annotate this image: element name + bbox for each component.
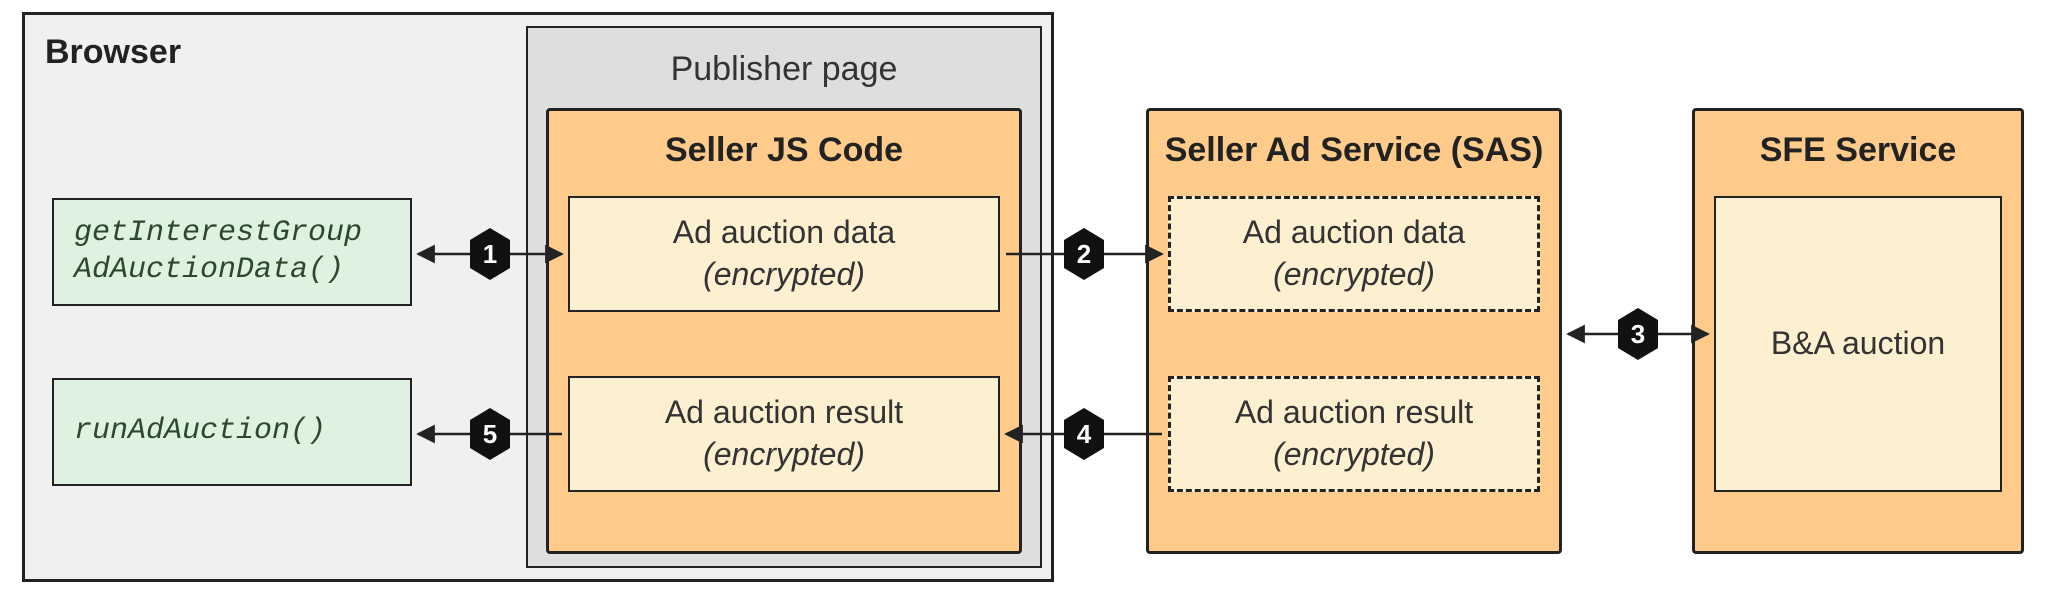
step-5-badge: 5 (470, 408, 510, 460)
svg-text:3: 3 (1631, 319, 1645, 349)
diagram-canvas: Browser Publisher page Seller JS Code Ad… (0, 0, 2048, 607)
step-1-badge: 1 (470, 228, 510, 280)
step-4-badge: 4 (1064, 408, 1104, 460)
svg-text:2: 2 (1077, 239, 1091, 269)
svg-text:4: 4 (1077, 419, 1092, 449)
step-2-badge: 2 (1064, 228, 1104, 280)
connectors: 1 2 3 4 5 (0, 0, 2048, 607)
step-3-badge: 3 (1618, 308, 1658, 360)
svg-text:5: 5 (483, 419, 497, 449)
svg-text:1: 1 (483, 239, 497, 269)
